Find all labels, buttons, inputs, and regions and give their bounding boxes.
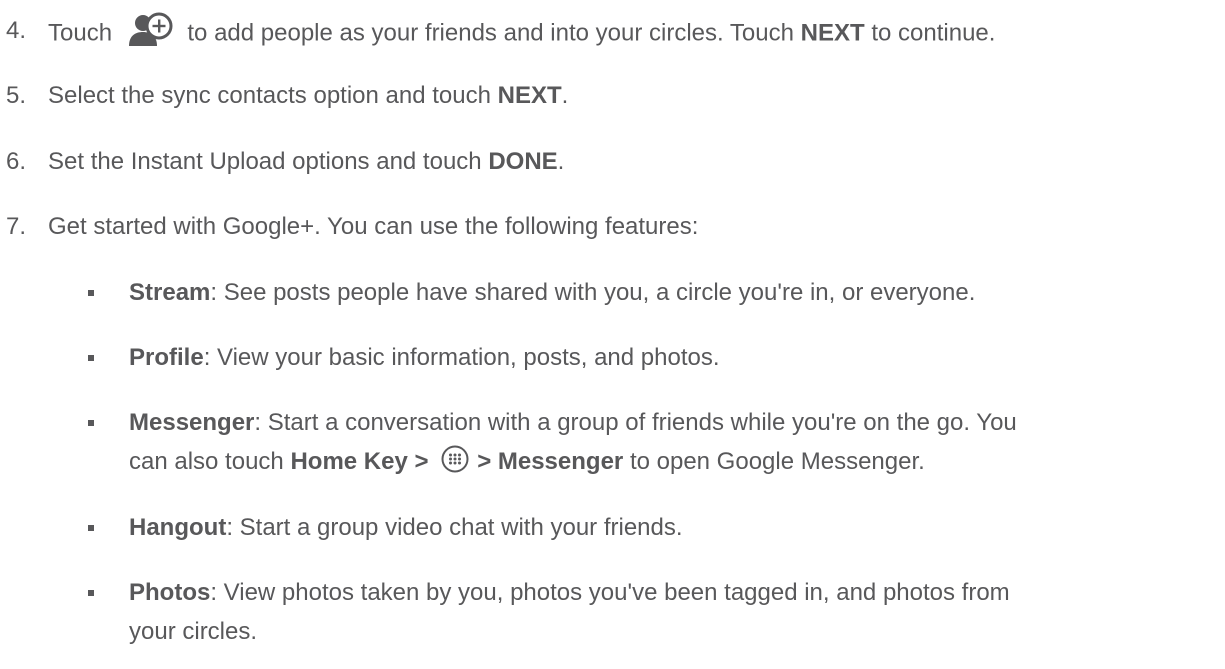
step-text: Set the Instant Upload options and touch… xyxy=(48,147,564,177)
step-text: Touch to add people as your friends and … xyxy=(48,12,996,52)
feature-text: Profile: View your basic information, po… xyxy=(129,343,720,373)
feature-term: Profile xyxy=(129,344,204,371)
step-text-pre: Select the sync contacts option and touc… xyxy=(48,82,491,109)
step-number: 7. xyxy=(6,213,27,240)
feature-cont-post: to open Google Messenger. xyxy=(629,448,925,475)
bullet-icon xyxy=(88,590,94,596)
bullet-icon xyxy=(88,355,94,361)
feature-text: can also touch Home Key > > Messenger to… xyxy=(129,445,925,477)
step-text: Get started with Google+. You can use th… xyxy=(48,213,699,240)
feature-term: Hangout xyxy=(129,514,227,541)
feature-term: Messenger xyxy=(129,409,255,436)
feature-desc: : See posts people have shared with you,… xyxy=(210,279,976,306)
feature-text: Hangout: Start a group video chat with y… xyxy=(129,513,683,543)
step-number: 6. xyxy=(6,148,27,175)
feature-term: Stream xyxy=(129,279,211,306)
feature-text: Stream: See posts people have shared wit… xyxy=(129,278,975,308)
add-person-icon xyxy=(127,12,175,48)
home-key-label: Home Key > xyxy=(290,448,429,475)
bullet-icon xyxy=(88,525,94,531)
step-bold: NEXT xyxy=(800,19,865,47)
step-text-post: to continue. xyxy=(871,19,996,47)
step-bold: NEXT xyxy=(497,82,562,109)
step-text-post: . xyxy=(557,148,565,175)
step-text-mid: to add people as your friends and into y… xyxy=(187,19,794,47)
feature-text: your circles. xyxy=(129,618,258,645)
feature-cont-pre: can also touch xyxy=(129,448,284,475)
step-text-post: . xyxy=(561,82,569,109)
step-bold: DONE xyxy=(488,148,558,175)
feature-desc: : View photos taken by you, photos you'v… xyxy=(210,579,1010,606)
step-text-pre: Set the Instant Upload options and touch xyxy=(48,148,482,175)
step-text: Select the sync contacts option and touc… xyxy=(48,81,568,111)
step-text-pre: Touch xyxy=(48,19,113,47)
messenger-label: > Messenger xyxy=(477,448,624,475)
bullet-icon xyxy=(88,290,94,296)
feature-desc: : Start a group video chat with your fri… xyxy=(226,514,683,541)
feature-desc: : View your basic information, posts, an… xyxy=(203,344,720,371)
feature-desc: : Start a conversation with a group of f… xyxy=(254,409,1017,436)
feature-text: Photos: View photos taken by you, photos… xyxy=(129,578,1010,608)
apps-icon xyxy=(441,445,469,473)
feature-term: Photos xyxy=(129,579,211,606)
step-number: 5. xyxy=(6,82,27,109)
bullet-icon xyxy=(88,420,94,426)
feature-text: Messenger: Start a conversation with a g… xyxy=(129,408,1017,438)
step-number: 4. xyxy=(6,17,27,44)
